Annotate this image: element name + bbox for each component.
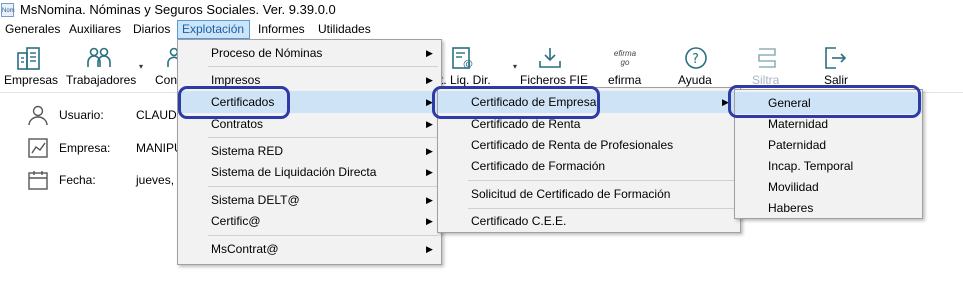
certificados-submenu: Certificado de Empresa ▶ Certificado de … bbox=[437, 87, 741, 233]
menu-item-proceso-nominas[interactable]: Proceso de Nóminas ▶ bbox=[178, 42, 441, 64]
menu-separator bbox=[208, 137, 438, 138]
svg-text:?: ? bbox=[692, 52, 699, 67]
menu-item-contratos[interactable]: Contratos ▶ bbox=[178, 113, 441, 135]
salir-label: Salir bbox=[824, 73, 849, 87]
menu-explotacion[interactable]: Explotación bbox=[177, 20, 250, 39]
menu-item-solicitud-certificado-formacion[interactable]: Solicitud de Certificado de Formación bbox=[438, 183, 740, 205]
building-icon bbox=[17, 47, 40, 70]
menu-item-movilidad[interactable]: Movilidad bbox=[735, 176, 922, 198]
liq-dir-label: t. Liq. Dir. bbox=[440, 73, 491, 87]
menu-item-certificado-empresa[interactable]: Certificado de Empresa ▶ bbox=[438, 91, 740, 113]
submenu-arrow-icon: ▶ bbox=[426, 216, 433, 226]
trabajadores-button[interactable]: Trabajadores bbox=[64, 43, 136, 89]
submenu-arrow-icon: ▶ bbox=[426, 195, 433, 205]
efirma-logo-icon: efirma go bbox=[613, 49, 637, 67]
ayuda-button[interactable]: ? Ayuda bbox=[672, 43, 722, 89]
efirma-button[interactable]: efirma go efirma bbox=[602, 43, 652, 89]
menu-item-mscontrata[interactable]: MsContrat@ ▶ bbox=[178, 238, 441, 260]
toolbar: Empresas Trabajadores ▾ Con @ t. Liq. Di… bbox=[0, 40, 963, 93]
explotacion-dropdown: Proceso de Nóminas ▶ Impresos ▶ Certific… bbox=[177, 39, 442, 265]
usuario-value: CLAUDI bbox=[136, 108, 181, 122]
con-label: Con bbox=[155, 73, 178, 87]
calendar-icon bbox=[28, 171, 48, 190]
menu-item-sistema-delta[interactable]: Sistema DELT@ ▶ bbox=[178, 189, 441, 211]
person-icon bbox=[167, 47, 178, 67]
ficheros-fie-label: Ficheros FIE bbox=[520, 73, 589, 87]
submenu-arrow-icon: ▶ bbox=[722, 97, 729, 107]
submenu-arrow-icon: ▶ bbox=[426, 48, 433, 58]
menu-informes[interactable]: Informes bbox=[254, 20, 309, 39]
title-bar: Nom MsNomina. Nóminas y Seguros Sociales… bbox=[0, 0, 963, 20]
menu-item-certificado-renta-profesionales[interactable]: Certificado de Renta de Profesionales bbox=[438, 134, 740, 156]
menu-item-impresos[interactable]: Impresos ▶ bbox=[178, 69, 441, 91]
siltra-icon bbox=[758, 48, 776, 68]
submenu-arrow-icon: ▶ bbox=[426, 97, 433, 107]
menu-separator bbox=[208, 186, 438, 187]
submenu-arrow-icon: ▶ bbox=[426, 146, 433, 156]
menu-diarios[interactable]: Diarios bbox=[129, 20, 174, 39]
efirma-label: efirma bbox=[608, 73, 642, 87]
fecha-label: Fecha: bbox=[59, 173, 96, 187]
menu-item-maternidad[interactable]: Maternidad bbox=[735, 113, 922, 135]
salir-button[interactable]: Salir bbox=[810, 43, 860, 89]
menu-item-general[interactable]: General bbox=[735, 92, 922, 114]
people-icon bbox=[87, 47, 111, 67]
menu-separator bbox=[468, 208, 736, 209]
menu-generales[interactable]: Generales bbox=[1, 20, 64, 39]
menu-utilidades[interactable]: Utilidades bbox=[314, 20, 375, 39]
submenu-arrow-icon: ▶ bbox=[426, 244, 433, 254]
empresa-label: Empresa: bbox=[59, 141, 111, 155]
download-icon bbox=[539, 48, 561, 68]
liq-dir-button[interactable]: @ t. Liq. Dir. bbox=[440, 43, 502, 89]
menu-item-haberes[interactable]: Haberes bbox=[735, 197, 922, 219]
trabajadores-dropdown-icon[interactable]: ▾ bbox=[139, 62, 143, 71]
siltra-button[interactable]: Siltra bbox=[742, 43, 792, 89]
submenu-arrow-icon: ▶ bbox=[426, 119, 433, 129]
ayuda-label: Ayuda bbox=[678, 73, 712, 87]
ficheros-fie-button[interactable]: Ficheros FIE bbox=[518, 43, 588, 89]
submenu-arrow-icon: ▶ bbox=[426, 75, 433, 85]
document-at-icon: @ bbox=[452, 47, 473, 70]
menu-item-paternidad[interactable]: Paternidad bbox=[735, 134, 922, 156]
menu-item-liquidacion-directa[interactable]: Sistema de Liquidación Directa ▶ bbox=[178, 161, 441, 183]
menu-separator bbox=[208, 66, 438, 67]
submenu-arrow-icon: ▶ bbox=[426, 167, 433, 177]
help-icon: ? bbox=[685, 47, 707, 69]
siltra-label: Siltra bbox=[752, 73, 780, 87]
liq-dir-dropdown-icon[interactable]: ▾ bbox=[513, 62, 517, 71]
menu-separator bbox=[468, 180, 736, 181]
user-icon bbox=[28, 105, 48, 126]
menu-separator bbox=[208, 235, 438, 236]
menu-bar: Generales Auxiliares Diarios Explotación… bbox=[0, 20, 963, 40]
menu-item-certifica[interactable]: Certific@ ▶ bbox=[178, 210, 441, 232]
chart-icon bbox=[28, 138, 48, 158]
menu-item-incap-temporal[interactable]: Incap. Temporal bbox=[735, 155, 922, 177]
window-title: MsNomina. Nóminas y Seguros Sociales. Ve… bbox=[20, 2, 336, 17]
usuario-label: Usuario: bbox=[59, 108, 104, 122]
svg-text:@: @ bbox=[463, 59, 473, 70]
menu-item-certificado-formacion[interactable]: Certificado de Formación bbox=[438, 155, 740, 177]
trabajadores-label: Trabajadores bbox=[66, 73, 137, 87]
exit-icon bbox=[825, 47, 847, 69]
certificado-empresa-submenu: General Maternidad Paternidad Incap. Tem… bbox=[734, 89, 923, 219]
empresa-value: MANIPU bbox=[136, 141, 183, 155]
empresas-button[interactable]: Empresas bbox=[0, 43, 60, 89]
app-icon: Nom bbox=[1, 3, 15, 17]
menu-item-certificados[interactable]: Certificados ▶ bbox=[178, 91, 441, 113]
menu-item-certificado-renta[interactable]: Certificado de Renta bbox=[438, 113, 740, 135]
menu-item-certificado-cee[interactable]: Certificado C.E.E. bbox=[438, 210, 740, 232]
empresas-label: Empresas bbox=[4, 73, 59, 87]
menu-auxiliares[interactable]: Auxiliares bbox=[65, 20, 125, 39]
con-button[interactable]: Con bbox=[150, 43, 178, 89]
menu-item-sistema-red[interactable]: Sistema RED ▶ bbox=[178, 140, 441, 162]
